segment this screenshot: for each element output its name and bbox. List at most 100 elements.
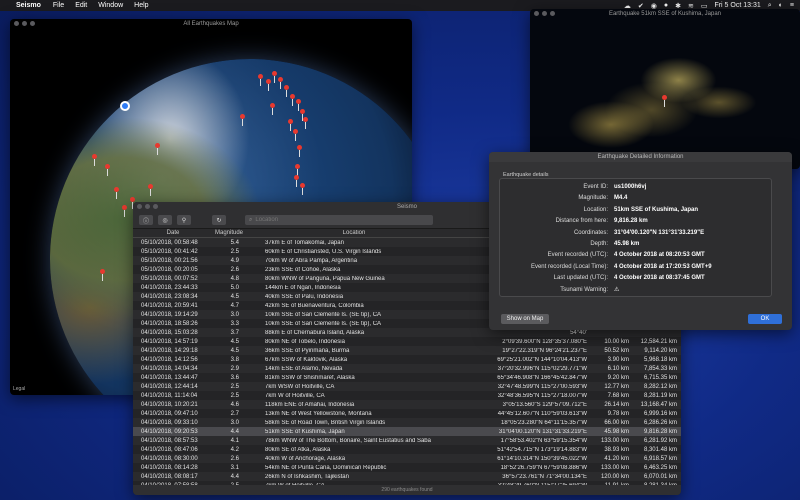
row-location: 70km W of Abra Pampa, Argentina [265, 257, 358, 264]
row-distance: 9,816.28 km [643, 428, 677, 435]
search-input[interactable] [255, 217, 426, 223]
table-row[interactable]: 04/10/2018, 08:57:53 4.1 78km WNW of The B… [133, 436, 681, 445]
row-depth: 12.77 km [604, 383, 629, 390]
table-row[interactable]: 04/10/2018, 08:30:00 2.6 40km W of Anchora… [133, 454, 681, 463]
menu-edit[interactable]: Edit [75, 2, 87, 9]
earthquake-pin-icon[interactable] [148, 184, 153, 196]
table-row[interactable]: 04/10/2018, 14:29:18 4.5 36km SSE of Pyinm… [133, 346, 681, 355]
row-location: 81km SSW of Shishmaref, Alaska [265, 374, 355, 381]
map-legal-link[interactable]: Legal [13, 386, 25, 392]
earthquake-pin-icon[interactable] [266, 79, 271, 91]
row-date: 05/10/2018, 00:58:48 [141, 239, 198, 246]
close-button[interactable] [137, 204, 142, 209]
detail-titlebar[interactable]: Earthquake Detailed Information [489, 152, 792, 162]
earthquake-pin-icon[interactable] [240, 114, 245, 126]
earthquake-pin-icon[interactable] [92, 154, 97, 166]
table-row[interactable]: 04/10/2018, 12:44:14 2.5 7km WSW of Hoitvi… [133, 382, 681, 391]
detail-field-label: Event recorded (Local Time): [530, 263, 608, 270]
info-button[interactable]: ⓘ [139, 215, 153, 225]
table-row[interactable]: 04/10/2018, 10:20:21 4.6 118km ENE of Amah… [133, 400, 681, 409]
earthquake-pin-icon[interactable] [122, 205, 127, 217]
menu-app-name[interactable]: Seismo [16, 2, 41, 9]
earthquake-pin-icon[interactable] [155, 143, 160, 155]
row-coordinates: 2°09'39.600"N 128°35'37.080"E [502, 338, 587, 345]
row-coordinates: 36°57'23.761"N 71°34'00.134"E [502, 473, 587, 480]
menu-window[interactable]: Window [98, 2, 123, 9]
table-row[interactable]: 04/10/2018, 08:14:28 3.1 54km NE of Punta … [133, 463, 681, 472]
earthquake-map-titlebar[interactable]: Earthquake 51km SSE of Kushima, Japan [530, 9, 800, 19]
row-distance: 6,070.01 km [643, 473, 677, 480]
row-date: 04/10/2018, 08:08:17 [141, 473, 198, 480]
map-window-titlebar[interactable]: All Earthquakes Map [10, 19, 412, 29]
earthquake-pin-icon[interactable] [293, 129, 298, 141]
table-row[interactable]: 04/10/2018, 14:04:34 2.9 14km ESE of Alamo… [133, 364, 681, 373]
row-magnitude: 3.8 [230, 356, 239, 363]
zoom-button[interactable] [153, 204, 158, 209]
row-distance: 12,584.21 km [640, 338, 677, 345]
refresh-button[interactable]: ↻ [212, 215, 226, 225]
earthquake-pin-icon[interactable] [258, 74, 263, 86]
show-on-map-button[interactable]: Show on Map [501, 314, 549, 324]
table-row[interactable]: 04/10/2018, 14:57:19 4.5 80km NE of Tobelo… [133, 337, 681, 346]
column-header-date[interactable]: Date [133, 230, 213, 236]
detail-field: Distance from here: 9,816.28 km [500, 216, 773, 226]
earthquake-pin-icon[interactable] [296, 99, 301, 111]
menu-file[interactable]: File [53, 2, 64, 9]
close-button[interactable] [534, 11, 539, 16]
earthquake-pin-icon[interactable] [100, 269, 105, 281]
table-row[interactable]: 04/10/2018, 14:12:56 3.8 67km SSW of Kakto… [133, 355, 681, 364]
earthquake-pin-icon[interactable] [300, 109, 305, 121]
zoom-button[interactable] [30, 21, 35, 26]
earthquake-pin-icon[interactable] [662, 95, 667, 107]
earthquake-pin-icon[interactable] [290, 94, 295, 106]
table-row[interactable]: 04/10/2018, 09:33:10 3.0 58km SE of Road T… [133, 418, 681, 427]
earthquake-pin-icon[interactable] [294, 175, 299, 187]
earthquake-pin-icon[interactable] [297, 145, 302, 157]
row-date: 04/10/2018, 09:47:10 [141, 410, 198, 417]
earthquake-pin-icon[interactable] [105, 164, 110, 176]
zoom-button[interactable] [550, 11, 555, 16]
row-location: 14km ESE of Alamo, Nevada [265, 365, 343, 372]
table-row[interactable]: 04/10/2018, 09:47:10 2.7 13km NE of West Y… [133, 409, 681, 418]
column-header-location[interactable]: Location [245, 230, 463, 236]
earthquake-pin-icon[interactable] [284, 85, 289, 97]
user-icon[interactable]: ◐ [779, 2, 783, 9]
table-row[interactable]: 04/10/2018, 08:47:06 4.2 80km SE of Atka, … [133, 445, 681, 454]
row-coordinates: 44°45'12.607"N 110°59'03.613"W [497, 410, 587, 417]
globe-button[interactable]: ◎ [158, 215, 172, 225]
earthquake-pin-icon[interactable] [303, 117, 308, 129]
row-location: 10km SSE of San Clemente Is. (SE tip), C… [265, 320, 382, 327]
minimize-button[interactable] [22, 21, 27, 26]
table-row[interactable]: 04/10/2018, 13:44:47 3.6 81km SSW of Shish… [133, 373, 681, 382]
detail-field: Depth: 45.98 km [500, 239, 773, 249]
detail-field-value: 9,816.28 km [614, 218, 648, 225]
menu-dot-icon[interactable]: ● [664, 2, 668, 9]
earthquake-pin-icon[interactable] [295, 164, 300, 176]
row-date: 04/10/2018, 14:04:34 [141, 365, 198, 372]
earthquake-pin-icon[interactable] [114, 187, 119, 199]
column-header-magnitude[interactable]: Magnitude [213, 230, 245, 236]
earthquake-pin-icon[interactable] [278, 77, 283, 89]
menu-help[interactable]: Help [134, 2, 148, 9]
row-depth: 6.10 km [607, 365, 629, 372]
clock[interactable]: Fri 5 Oct 13:31 [714, 2, 760, 9]
table-row[interactable]: 04/10/2018, 11:14:04 2.5 7km W of Hoitvill… [133, 391, 681, 400]
earthquake-pin-icon[interactable] [288, 119, 293, 131]
location-button[interactable]: ⚲ [177, 215, 191, 225]
ok-button[interactable]: OK [748, 314, 782, 324]
detail-field-label: Last updated (UTC): [553, 275, 608, 282]
row-magnitude: 5.4 [230, 239, 239, 246]
earthquake-pin-icon[interactable] [272, 71, 277, 83]
earthquake-pin-icon[interactable] [270, 103, 275, 115]
minimize-button[interactable] [145, 204, 150, 209]
row-date: 05/10/2018, 00:20:05 [141, 266, 198, 273]
close-button[interactable] [14, 21, 19, 26]
earthquake-pin-icon[interactable] [300, 183, 305, 195]
row-depth: 26.14 km [604, 401, 629, 408]
table-row[interactable]: 04/10/2018, 08:08:17 4.4 26km N of Ishkash… [133, 472, 681, 481]
table-row[interactable]: 04/10/2018, 09:20:53 4.4 51km SSE of Kushi… [133, 427, 681, 436]
row-depth: 133.00 km [600, 464, 629, 471]
minimize-button[interactable] [542, 11, 547, 16]
list-icon[interactable]: ≡ [790, 2, 794, 9]
row-depth: 7.68 km [607, 392, 629, 399]
